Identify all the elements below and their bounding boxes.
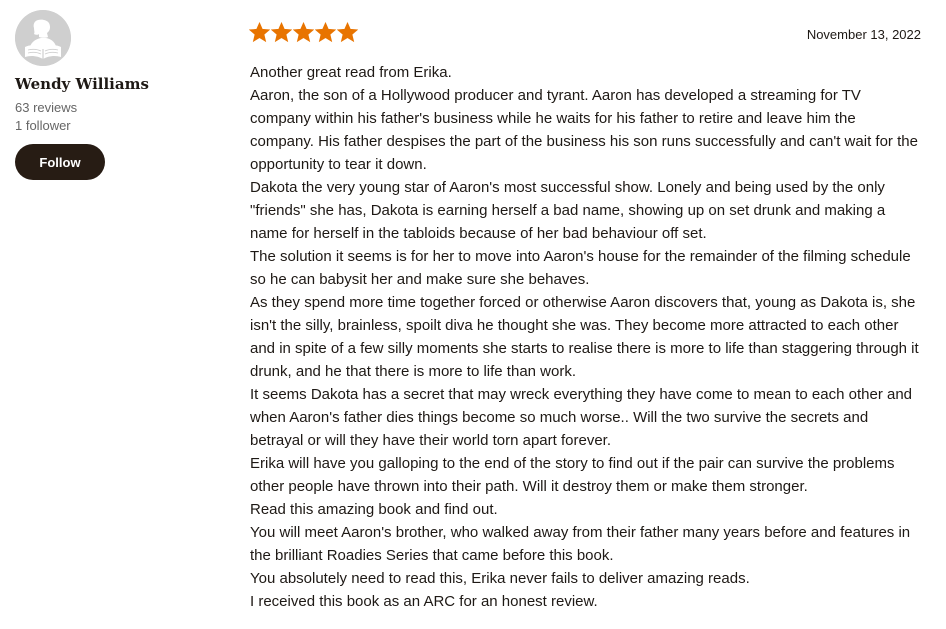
review-paragraph: Read this amazing book and find out. (250, 501, 498, 518)
reviewer-card: Wendy Williams 63 reviews 1 follower Fol… (15, 10, 215, 180)
review-paragraph: It seems Dakota has a secret that may wr… (250, 386, 913, 449)
reader-silhouette-icon (15, 10, 71, 66)
review-paragraph: Erika will have you galloping to the end… (250, 455, 895, 495)
review-paragraph: You absolutely need to read this, Erika … (250, 570, 750, 587)
reviewer-review-count: 63 reviews (15, 100, 78, 115)
star-icon (271, 22, 292, 43)
star-icon (249, 22, 270, 43)
review-paragraph: You will meet Aaron's brother, who walke… (250, 524, 911, 564)
star-icon (337, 22, 358, 43)
follow-button[interactable]: Follow (15, 144, 105, 180)
review-paragraph: As they spend more time together forced … (250, 294, 919, 380)
review-paragraph: I received this book as an ARC for an ho… (250, 593, 598, 610)
review-text: Another great read from Erika. Aaron, the… (250, 61, 922, 613)
avatar[interactable] (15, 10, 71, 66)
review-date[interactable]: November 13, 2022 (807, 27, 921, 42)
reviewer-follower-count: 1 follower (15, 118, 71, 133)
star-rating (249, 22, 358, 43)
review-paragraph: Dakota the very young star of Aaron's mo… (250, 179, 886, 242)
star-icon (293, 22, 314, 43)
review-paragraph: Aaron, the son of a Hollywood producer a… (250, 87, 918, 173)
review-paragraph: Another great read from Erika. (250, 64, 452, 81)
star-icon (315, 22, 336, 43)
review-paragraph: The solution it seems is for her to move… (250, 248, 911, 288)
reviewer-name[interactable]: Wendy Williams (15, 75, 215, 93)
